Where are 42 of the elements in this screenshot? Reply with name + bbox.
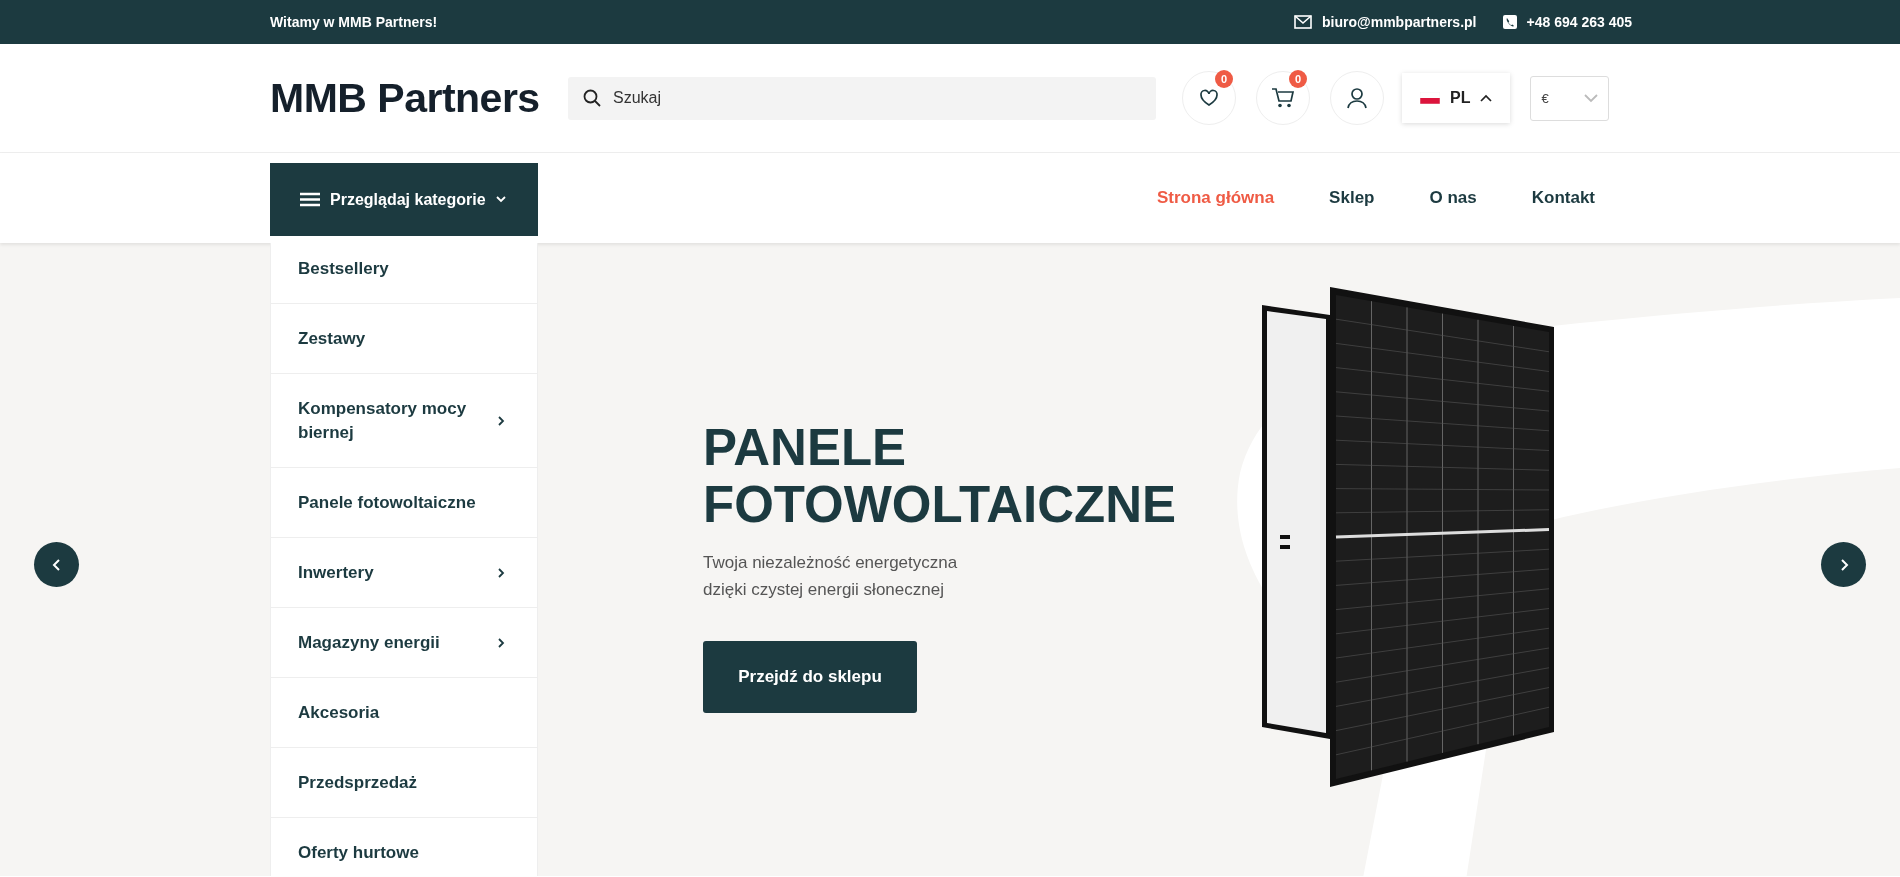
chevron-down-icon (1584, 93, 1599, 103)
cart-icon (1271, 87, 1295, 109)
cart-count-badge: 0 (1289, 70, 1307, 88)
category-item[interactable]: Oferty hurtowe (271, 818, 537, 876)
hero-title: PANELE FOTOWOLTAICZNE (703, 419, 1177, 533)
chevron-right-icon (497, 637, 505, 649)
category-item[interactable]: Zestawy (271, 304, 537, 374)
nav-link[interactable]: Kontakt (1531, 188, 1595, 208)
phone-link[interactable]: +48 694 263 405 (1526, 14, 1632, 30)
envelope-icon (1294, 15, 1313, 29)
language-selector[interactable]: PL (1402, 73, 1511, 123)
nav-link[interactable]: Sklep (1329, 188, 1375, 208)
category-item[interactable]: Kompensatory mocy biernej (271, 374, 537, 468)
email-link[interactable]: biuro@mmbpartners.pl (1322, 14, 1477, 30)
category-item[interactable]: Przedsprzedaż (271, 748, 537, 818)
go-to-shop-button[interactable]: Przejdź do sklepu (703, 641, 917, 713)
phone-icon (1502, 15, 1517, 29)
chevron-down-icon (495, 196, 506, 203)
browse-categories-button[interactable]: Przeglądaj kategorie (270, 163, 538, 236)
currency-selector[interactable]: € (1530, 75, 1610, 121)
category-item[interactable]: Inwertery (271, 538, 537, 608)
flag-icon (1420, 92, 1440, 104)
category-item[interactable]: Panele fotowoltaiczne (271, 468, 537, 538)
wishlist-count-badge: 0 (1215, 70, 1233, 88)
chevron-up-icon (1480, 94, 1493, 102)
nav-link[interactable]: O nas (1429, 188, 1477, 208)
next-slide-button[interactable] (1821, 542, 1866, 587)
chevron-right-icon (497, 567, 505, 579)
previous-slide-button[interactable] (34, 542, 79, 587)
welcome-text: Witamy w MMB Partners! (270, 14, 438, 30)
user-icon (1346, 87, 1368, 109)
heart-icon (1199, 89, 1219, 107)
chevron-left-icon (50, 557, 63, 572)
logo[interactable]: MMB Partners (270, 74, 568, 122)
chevron-right-icon (497, 415, 505, 427)
category-item[interactable]: Magazyny energii (271, 608, 537, 678)
search-field[interactable]: Szukaj (568, 76, 1156, 120)
category-item[interactable]: Bestsellery (271, 243, 537, 304)
category-item[interactable]: Akcesoria (271, 678, 537, 748)
account-button[interactable] (1330, 71, 1384, 125)
hero-subtitle: Twoja niezależność energetyczna dzięki czystej energii słonecznej (703, 552, 959, 601)
menu-icon (300, 192, 320, 207)
